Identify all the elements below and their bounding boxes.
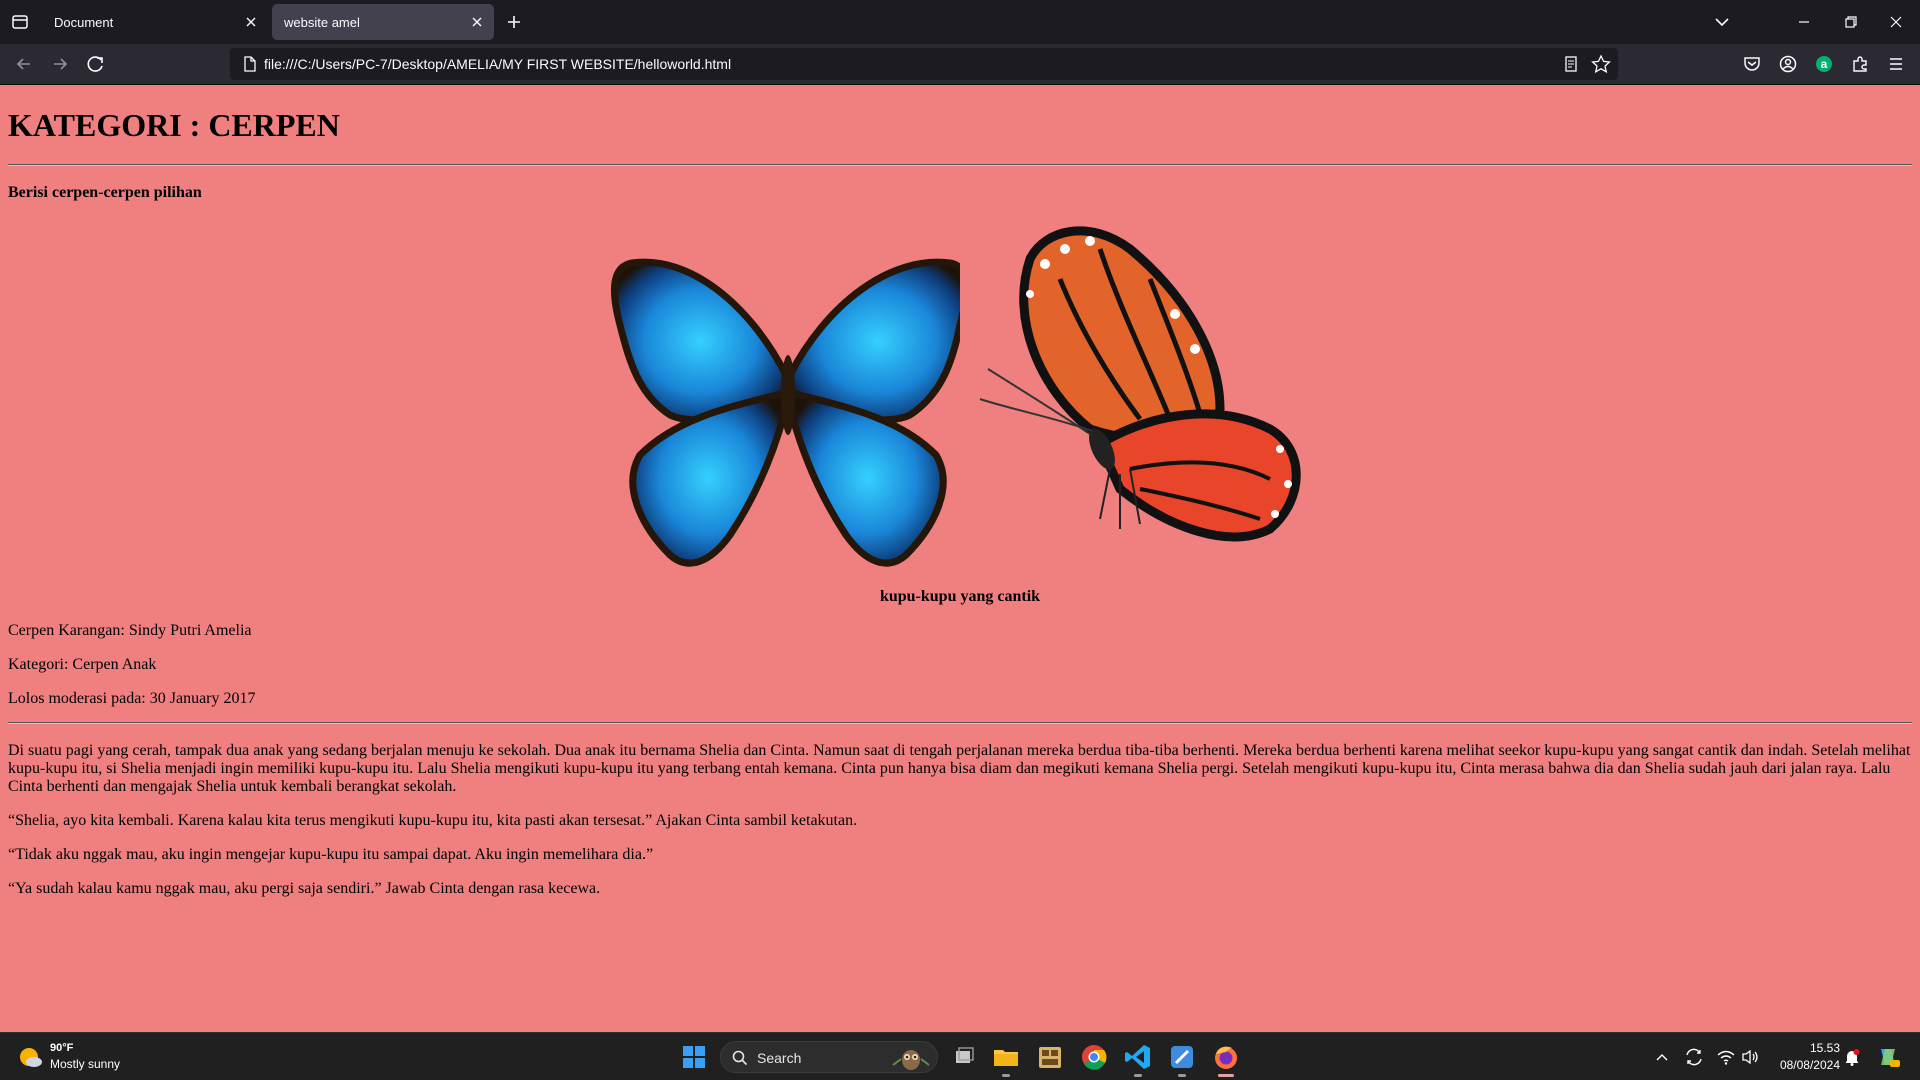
- pocket-icon[interactable]: [1736, 50, 1768, 78]
- minimize-window-icon[interactable]: [1782, 6, 1826, 38]
- divider: [8, 722, 1912, 724]
- story-paragraph: “Shelia, ayo kita kembali. Karena kalau …: [8, 812, 858, 829]
- extension-a-icon[interactable]: a: [1808, 50, 1840, 78]
- show-hidden-icons-chevron-icon[interactable]: [1646, 1041, 1678, 1073]
- search-label: Search: [757, 1050, 802, 1066]
- butterfly-images: [600, 215, 1320, 575]
- running-indicator: [1178, 1074, 1186, 1077]
- taskbar-search-box[interactable]: Search: [720, 1041, 938, 1073]
- story-author: Cerpen Karangan: Sindy Putri Amelia: [8, 622, 252, 639]
- browser-navigation-bar: file:///C:/Users/PC-7/Desktop/AMELIA/MY …: [0, 44, 1920, 85]
- vscode-icon[interactable]: [1122, 1041, 1154, 1077]
- bookmark-star-icon[interactable]: [1590, 54, 1612, 74]
- url-text: file:///C:/Users/PC-7/Desktop/AMELIA/MY …: [264, 56, 732, 72]
- tab-website-amel[interactable]: website amel: [272, 4, 494, 40]
- running-indicator: [1218, 1074, 1234, 1077]
- story-paragraph: Di suatu pagi yang cerah, tampak dua ana…: [8, 742, 1911, 795]
- firefox-view-icon[interactable]: [6, 9, 34, 35]
- list-all-tabs-chevron-icon[interactable]: [1700, 6, 1744, 38]
- svg-text:a: a: [1821, 57, 1828, 71]
- firefox-icon[interactable]: [1210, 1041, 1242, 1077]
- running-indicator: [1134, 1074, 1142, 1077]
- story-paragraph: “Tidak aku nggak mau, aku ingin mengejar…: [8, 846, 654, 863]
- app-launcher-icon[interactable]: [1034, 1041, 1066, 1073]
- copilot-icon[interactable]: [1872, 1041, 1904, 1073]
- search-icon: [731, 1049, 749, 1067]
- paint-app-icon[interactable]: [1166, 1041, 1198, 1077]
- clock-date[interactable]: 08/08/2024: [1770, 1058, 1840, 1072]
- notification-bell-icon[interactable]: [1836, 1041, 1868, 1073]
- tab-title: Document: [54, 15, 114, 30]
- extensions-puzzle-icon[interactable]: [1844, 50, 1876, 78]
- running-indicator: [1002, 1074, 1010, 1077]
- web-page-content: KATEGORI : CERPEN Berisi cerpen-cerpen p…: [0, 85, 1920, 1032]
- volume-icon[interactable]: [1734, 1041, 1766, 1073]
- windows-start-icon[interactable]: [678, 1041, 710, 1073]
- windows-taskbar: 90°F Mostly sunny Search 15.53 08/08/202…: [0, 1032, 1920, 1080]
- hamburger-menu-icon[interactable]: [1880, 50, 1912, 78]
- story-category: Kategori: Cerpen Anak: [8, 656, 157, 673]
- monarch-butterfly-image: [979, 226, 1301, 542]
- address-bar[interactable]: file:///C:/Users/PC-7/Desktop/AMELIA/MY …: [230, 48, 1618, 80]
- weather-sun-icon[interactable]: [14, 1041, 46, 1073]
- sync-status-icon[interactable]: [1678, 1041, 1710, 1073]
- reader-view-icon[interactable]: [1560, 54, 1582, 74]
- chrome-icon[interactable]: [1078, 1041, 1110, 1073]
- close-tab-icon[interactable]: [466, 11, 488, 33]
- divider: [8, 164, 1912, 166]
- weather-temperature[interactable]: 90°F: [50, 1042, 73, 1054]
- story-paragraph: “Ya sudah kalau kamu nggak mau, aku perg…: [8, 880, 601, 897]
- back-arrow-icon[interactable]: [8, 50, 40, 78]
- account-icon[interactable]: [1772, 50, 1804, 78]
- image-caption: kupu-kupu yang cantik: [879, 588, 1041, 605]
- tab-title: website amel: [284, 15, 360, 30]
- forward-arrow-icon[interactable]: [44, 50, 76, 78]
- new-tab-plus-icon[interactable]: [500, 9, 528, 35]
- story-moderation-date: Lolos moderasi pada: 30 January 2017: [8, 690, 256, 707]
- file-explorer-icon[interactable]: [990, 1041, 1022, 1077]
- browser-tab-bar: Document website amel: [0, 0, 1920, 44]
- page-file-icon: [238, 54, 260, 74]
- restore-window-icon[interactable]: [1828, 6, 1872, 38]
- blue-morpho-butterfly-image: [610, 258, 960, 567]
- clock-time[interactable]: 15.53: [1770, 1041, 1840, 1055]
- tab-document[interactable]: Document: [42, 4, 268, 40]
- search-highlight-owl-icon: [889, 1045, 933, 1071]
- close-tab-icon[interactable]: [240, 11, 262, 33]
- page-subtitle: Berisi cerpen-cerpen pilihan: [8, 184, 202, 201]
- reload-icon[interactable]: [80, 50, 112, 78]
- weather-description[interactable]: Mostly sunny: [50, 1057, 120, 1071]
- page-title: KATEGORI : CERPEN: [8, 107, 340, 143]
- close-window-icon[interactable]: [1874, 6, 1918, 38]
- task-view-icon[interactable]: [948, 1041, 980, 1073]
